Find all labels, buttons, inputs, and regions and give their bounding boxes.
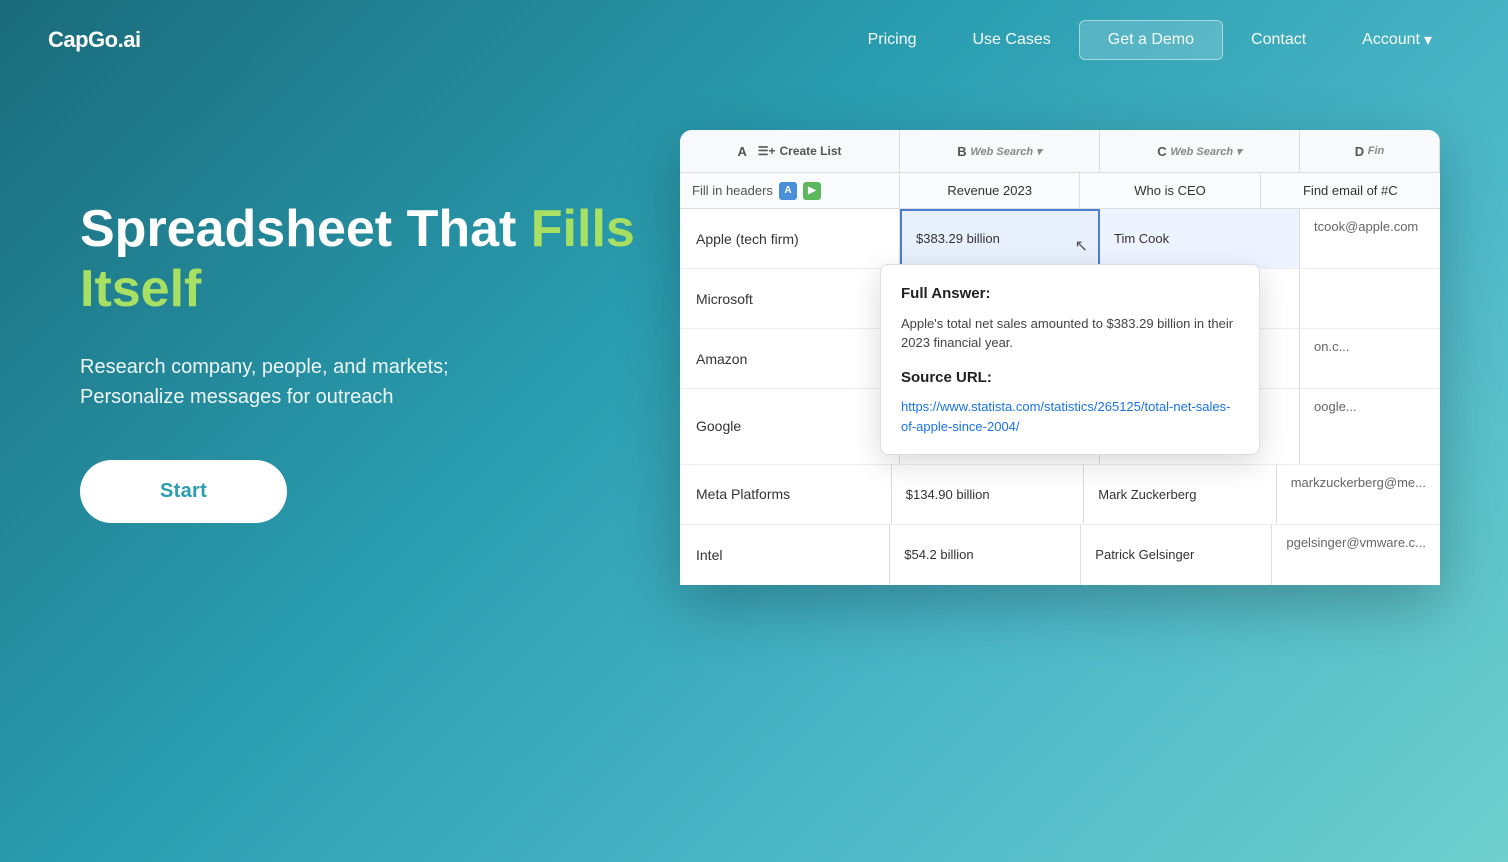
list-icon: ☰+ <box>758 144 776 158</box>
col-header-b: B Web Search ▾ <box>900 130 1100 172</box>
tooltip-source-url-title: Source URL: <box>901 367 1239 390</box>
row-cell-google-d: oogle... <box>1300 389 1440 464</box>
navbar: CapGo.ai Pricing Use Cases Get a Demo Co… <box>0 0 1508 80</box>
hero-section: Spreadsheet That Fills Itself Research c… <box>0 80 1508 585</box>
hero-title-prefix: Spreadsheet That <box>80 200 531 258</box>
row-label-google: Google <box>680 389 900 464</box>
row-label-microsoft: Microsoft <box>680 269 900 328</box>
row-cell-apple-d: tcook@apple.com <box>1300 209 1440 268</box>
nav-link-account[interactable]: Account ▾ <box>1334 22 1460 58</box>
row-cell-microsoft-d <box>1300 269 1440 328</box>
tooltip-source-url-link[interactable]: https://www.statista.com/statistics/2651… <box>901 399 1230 434</box>
table-row: Meta Platforms $134.90 billion Mark Zuck… <box>680 465 1440 525</box>
nav-link-use-cases[interactable]: Use Cases <box>945 23 1079 57</box>
spreadsheet-panel: A ☰+ Create List B Web Search ▾ <box>680 130 1460 585</box>
tooltip-popup: Full Answer: Apple's total net sales amo… <box>880 264 1260 455</box>
row-cell-intel-b: $54.2 billion <box>890 525 1081 585</box>
fill-headers-row: Fill in headers A ▶ Revenue 2023 Who is … <box>680 173 1440 209</box>
nav-item-use-cases[interactable]: Use Cases <box>945 23 1079 57</box>
dropdown-icon-c[interactable]: ▾ <box>1236 146 1242 158</box>
nav-item-contact[interactable]: Contact <box>1223 23 1334 57</box>
row-cell-intel-d: pgelsinger@vmware.c... <box>1272 525 1440 585</box>
col-b-header-label: Revenue 2023 <box>900 173 1080 208</box>
hero-subtitle: Research company, people, and markets; P… <box>80 352 640 412</box>
nav-item-pricing[interactable]: Pricing <box>840 23 945 57</box>
nav-link-pricing[interactable]: Pricing <box>840 23 945 57</box>
row-cell-meta-d: markzuckerberg@me... <box>1277 465 1440 524</box>
sheet-column-headers: A ☰+ Create List B Web Search ▾ <box>680 130 1440 173</box>
hero-subtitle-line1: Research company, people, and markets; <box>80 356 449 378</box>
row-label-meta: Meta Platforms <box>680 465 892 524</box>
row-cell-intel-c: Patrick Gelsinger <box>1081 525 1272 585</box>
col-header-a: A ☰+ Create List <box>680 130 900 172</box>
row-label-amazon: Amazon <box>680 329 900 388</box>
col-header-c: C Web Search ▾ <box>1100 130 1300 172</box>
hero-subtitle-line2: Personalize messages for outreach <box>80 386 394 408</box>
nav-item-get-demo[interactable]: Get a Demo <box>1079 20 1223 60</box>
row-cell-amazon-d: on.c... <box>1300 329 1440 388</box>
nav-links: Pricing Use Cases Get a Demo Contact Acc… <box>840 20 1460 60</box>
brand-logo[interactable]: CapGo.ai <box>48 27 141 53</box>
spreadsheet-window: A ☰+ Create List B Web Search ▾ <box>680 130 1440 585</box>
table-row: Intel $54.2 billion Patrick Gelsinger pg… <box>680 525 1440 585</box>
tooltip-full-answer-text: Apple's total net sales amounted to $383… <box>901 314 1239 353</box>
row-cell-meta-c: Mark Zuckerberg <box>1084 465 1276 524</box>
row-cell-apple-c: Tim Cook <box>1100 209 1300 268</box>
col-c-type: Web Search ▾ <box>1170 145 1241 158</box>
fill-icon-blue: A <box>779 182 797 200</box>
col-b-type: Web Search ▾ <box>970 145 1041 158</box>
table-row: Apple (tech firm) $383.29 billion ↖ Tim … <box>680 209 1440 269</box>
col-d-partial: Fin <box>1368 145 1385 157</box>
hero-left: Spreadsheet That Fills Itself Research c… <box>80 140 640 523</box>
start-button[interactable]: Start <box>80 460 287 523</box>
col-c-header-label: Who is CEO <box>1080 173 1260 208</box>
row-cell-apple-b[interactable]: $383.29 billion ↖ <box>900 209 1100 268</box>
hero-title: Spreadsheet That Fills Itself <box>80 200 640 320</box>
col-d-header-label: Find email of #C <box>1261 173 1440 208</box>
row-cell-meta-b: $134.90 billion <box>892 465 1084 524</box>
chevron-down-icon: ▾ <box>1424 30 1432 50</box>
col-header-d: D Fin <box>1300 130 1440 172</box>
fill-headers-label: Fill in headers A ▶ <box>680 173 900 208</box>
nav-link-get-demo[interactable]: Get a Demo <box>1079 20 1223 60</box>
nav-link-contact[interactable]: Contact <box>1223 23 1334 57</box>
dropdown-icon[interactable]: ▾ <box>1036 146 1042 158</box>
row-label-apple: Apple (tech firm) <box>680 209 900 268</box>
fill-icon-green: ▶ <box>803 182 821 200</box>
nav-item-account[interactable]: Account ▾ <box>1334 22 1460 58</box>
create-list-button[interactable]: ☰+ Create List <box>758 144 842 158</box>
cursor-icon: ↖ <box>1075 236 1088 256</box>
row-label-intel: Intel <box>680 525 890 585</box>
tooltip-full-answer-title: Full Answer: <box>901 283 1239 306</box>
